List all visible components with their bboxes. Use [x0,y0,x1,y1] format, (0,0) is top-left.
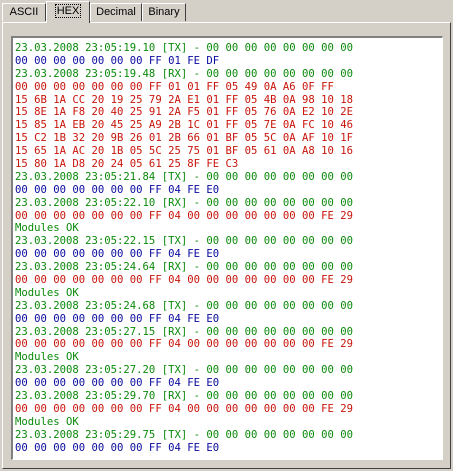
log-line-rx-data: 15 6B 1A CC 20 19 25 79 2A E1 01 FF 05 4… [15,93,354,106]
log-line-tx-data: 00 00 00 00 00 00 00 FF 04 FE E0 [15,183,220,196]
log-line-rx-data: 15 8E 1A F8 20 40 25 91 2A F5 01 FF 05 7… [15,106,354,119]
tab-decimal-label: Decimal [96,6,136,18]
log-line-status: Modules OK [15,415,79,428]
log-line-header: 23.03.2008 23:05:24.68 [TX] - 00 00 00 0… [15,299,354,312]
log-line-rx-data: 15 80 1A D8 20 24 05 61 25 8F FE C3 [15,158,239,171]
log-line-header: 23.03.2008 23:05:19.48 [RX] - 00 00 00 0… [15,67,354,80]
tab-panel-hex: 23.03.2008 23:05:19.10 [TX] - 00 00 00 0… [2,22,451,469]
log-line-rx-data: 15 C2 1B 32 20 9B 26 01 2B 66 01 BF 05 5… [15,132,354,145]
hex-log-view[interactable]: 23.03.2008 23:05:19.10 [TX] - 00 00 00 0… [11,36,443,460]
log-line-rx-data: 00 00 00 00 00 00 00 FF 04 00 00 00 00 0… [15,209,354,222]
log-line-rx-data: 00 00 00 00 00 00 00 FF 01 01 FF 05 49 0… [15,80,334,93]
log-line-header: 23.03.2008 23:05:19.10 [TX] - 00 00 00 0… [15,42,354,54]
log-line-tx-data: 00 00 00 00 00 00 00 FF 04 FE E0 [15,312,220,325]
log-line-rx-data: 00 00 00 00 00 00 00 FF 04 00 00 00 00 0… [15,274,354,287]
log-line-rx-data: 00 00 00 00 00 00 00 FF 04 00 00 00 00 0… [15,402,354,415]
tab-ascii-label: ASCII [9,6,39,18]
log-line-header: 23.03.2008 23:05:27.20 [TX] - 00 00 00 0… [15,364,354,377]
log-line-tx-data: 00 00 00 00 00 00 00 FF 04 FE E0 [15,441,220,454]
log-line-status: Modules OK [15,351,79,364]
hex-log-lines: 23.03.2008 23:05:19.10 [TX] - 00 00 00 0… [15,42,353,455]
log-line-header: 23.03.2008 23:05:22.15 [TX] - 00 00 00 0… [15,235,354,248]
tab-hex[interactable]: HEX [46,1,90,23]
tab-hex-label: HEX [54,4,82,18]
tab-decimal[interactable]: Decimal [90,3,142,21]
tab-binary-label: Binary [148,6,180,18]
tab-bar: ASCII HEX Decimal Binary [0,0,453,24]
log-line-status: Modules OK [15,222,79,235]
log-line-header: 23.03.2008 23:05:22.10 [RX] - 00 00 00 0… [15,196,354,209]
log-line-status: Modules OK [15,286,79,299]
tab-binary[interactable]: Binary [142,3,186,21]
log-line-tx-data: 00 00 00 00 00 00 00 FF 04 FE E0 [15,377,220,390]
log-line-rx-data: 15 85 1A EB 20 45 25 A9 2B 1C 01 FF 05 7… [15,119,354,132]
log-line-rx-data: 15 65 1A AC 20 1B 05 5C 25 75 01 BF 05 6… [15,145,354,158]
log-line-header: 23.03.2008 23:05:21.84 [TX] - 00 00 00 0… [15,170,354,183]
log-line-tx-data: 00 00 00 00 00 00 00 FF 01 FE DF [15,54,220,67]
log-line-header: 23.03.2008 23:05:29.75 [TX] - 00 00 00 0… [15,428,354,441]
log-line-header: 23.03.2008 23:05:24.64 [RX] - 00 00 00 0… [15,261,354,274]
log-line-tx-data: 00 00 00 00 00 00 00 FF 04 FE E0 [15,248,220,261]
log-line-header: 23.03.2008 23:05:27.15 [RX] - 00 00 00 0… [15,325,354,338]
tab-ascii[interactable]: ASCII [2,3,46,21]
log-line-header: 23.03.2008 23:05:29.70 [RX] - 00 00 00 0… [15,390,354,403]
log-line-rx-data: 00 00 00 00 00 00 00 FF 04 00 00 00 00 0… [15,338,354,351]
